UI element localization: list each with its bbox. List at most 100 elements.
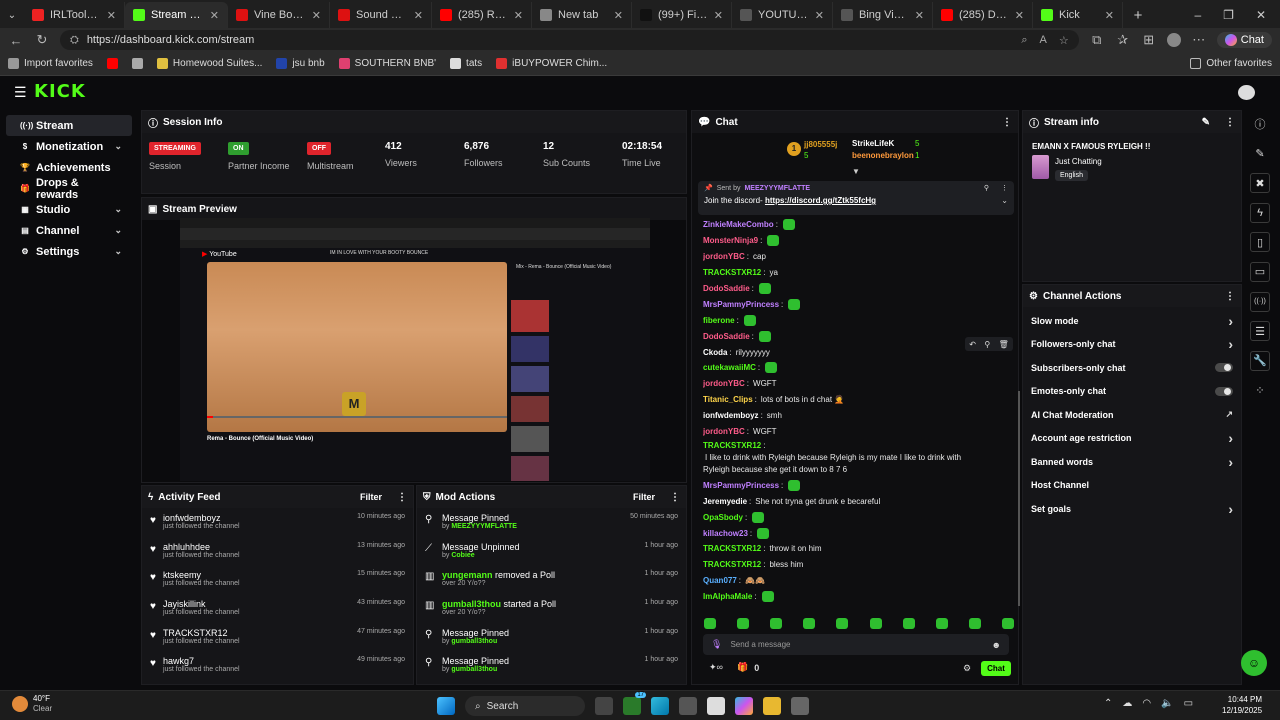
browser-tab[interactable]: (99+) Find 'RYLEIG ✕ bbox=[632, 2, 732, 28]
gift-icon[interactable]: 🎁 bbox=[737, 662, 748, 673]
leader-name-1[interactable]: jj805555j bbox=[804, 140, 837, 149]
category-name[interactable]: Just Chatting bbox=[1055, 157, 1102, 166]
browser-tab[interactable]: Vine Boom Sound ✕ bbox=[228, 2, 330, 28]
file-icon[interactable] bbox=[707, 697, 725, 715]
start-icon[interactable] bbox=[437, 697, 455, 715]
chat-username[interactable]: MrsPammyPrincess bbox=[703, 300, 779, 309]
filter-button[interactable]: Filter bbox=[360, 492, 382, 502]
sidebar-item-achievements[interactable]: 🏆 Achievements bbox=[6, 157, 132, 178]
copilot-chat-button[interactable]: Chat bbox=[1216, 32, 1272, 48]
chat-message[interactable]: TRACKSTXR12: bless him bbox=[703, 557, 1013, 573]
mod-target[interactable]: over 20 Y/o?? bbox=[442, 609, 485, 616]
tab-close-icon[interactable]: ✕ bbox=[210, 9, 219, 22]
chat-username[interactable]: MrsPammyPrincess bbox=[703, 481, 779, 490]
chat-message[interactable]: MrsPammyPrincess: bbox=[703, 477, 1013, 493]
favorites-icon[interactable]: ✰ bbox=[1115, 32, 1131, 48]
chat-message[interactable]: OpaSbody: bbox=[703, 509, 1013, 525]
channel-action-slow-mode[interactable]: Slow mode › bbox=[1023, 309, 1241, 333]
chat-username[interactable]: Titanic_Clips bbox=[703, 395, 753, 404]
battery-icon[interactable]: ▭ bbox=[1184, 698, 1193, 709]
mod-target[interactable]: over 20 Y/o?? bbox=[442, 580, 485, 587]
send-chat-button[interactable]: Chat bbox=[981, 661, 1011, 676]
browser-tab[interactable]: Sound Effects Sou ✕ bbox=[330, 2, 432, 28]
chat-message[interactable]: DodoSaddie: bbox=[703, 281, 1013, 297]
browser-tab[interactable]: (285) Rema - ✕ bbox=[432, 2, 532, 28]
channel-action-banned-words[interactable]: Banned words › bbox=[1023, 450, 1241, 474]
list-icon[interactable]: ☰ bbox=[1250, 321, 1270, 342]
lightning-icon[interactable]: ϟ bbox=[1250, 202, 1270, 223]
show-hidden-icons-icon[interactable]: ⌃ bbox=[1104, 698, 1112, 709]
chat-message[interactable]: Jeremyedie: She not tryna get drunk e bec… bbox=[703, 493, 1013, 509]
sidebar-item-drops-rewards[interactable]: 🎁 Drops & rewards bbox=[6, 177, 132, 201]
toggle-switch[interactable] bbox=[1215, 386, 1233, 396]
window-close-button[interactable]: ✕ bbox=[1256, 8, 1266, 22]
clock[interactable]: 10:44 PM 12/19/2025 bbox=[1222, 694, 1262, 716]
favorite-item[interactable]: tats bbox=[450, 58, 482, 69]
tab-close-icon[interactable]: ✕ bbox=[815, 9, 824, 22]
chat-username[interactable]: TRACKSTXR12 bbox=[703, 441, 761, 451]
browser-tab[interactable]: IRLToolkit • Dashbo ✕ bbox=[24, 2, 125, 28]
favorite-item[interactable]: iBUYPOWER Chim... bbox=[496, 58, 607, 69]
chat-icon[interactable]: ▭ bbox=[1250, 261, 1270, 282]
microphone-icon[interactable]: 🎙 bbox=[711, 639, 722, 650]
quick-emote-icon[interactable] bbox=[737, 618, 750, 629]
pinned-sender[interactable]: MEEZYYYMFLATTE bbox=[744, 185, 810, 192]
chat-message[interactable]: MonsterNinja9: bbox=[703, 233, 1013, 249]
more-options-icon[interactable]: ⋮ bbox=[397, 492, 407, 503]
activity-user[interactable]: TRACKSTXR12 bbox=[163, 628, 240, 638]
chat-username[interactable]: jordonYBC bbox=[703, 427, 745, 436]
more-options-icon[interactable]: ⋮ bbox=[670, 492, 680, 503]
browser-tab[interactable]: (285) Deep boom ✕ bbox=[933, 2, 1033, 28]
quick-emote-icon[interactable] bbox=[1001, 618, 1014, 629]
wrench-icon[interactable]: 🔧 bbox=[1250, 350, 1270, 371]
chat-message[interactable]: ZinkieMakeCombo: bbox=[703, 217, 1013, 233]
read-aloud-icon[interactable]: A bbox=[1040, 34, 1047, 47]
favorite-item[interactable]: SOUTHERN BNB' bbox=[338, 58, 436, 69]
browser-tab[interactable]: Bing Videos ✕ bbox=[833, 2, 933, 28]
more-options-icon[interactable]: ⋮ bbox=[1002, 117, 1012, 128]
browser-tab[interactable]: Stream - Kick Dash ✕ bbox=[125, 2, 228, 28]
sidebar-item-channel[interactable]: ▤ Channel ⌄ bbox=[6, 220, 132, 241]
leader-name-2[interactable]: StrikeLifeK bbox=[852, 139, 894, 148]
channel-action-subscribers-only-chat[interactable]: Subscribers-only chat bbox=[1023, 356, 1241, 380]
chat-message[interactable]: MrsPammyPrincess: bbox=[703, 296, 1013, 312]
chat-settings-icon[interactable]: ⚙ bbox=[963, 663, 971, 674]
activity-user[interactable]: ahhluhhdee bbox=[163, 542, 240, 552]
quick-emote-icon[interactable] bbox=[836, 618, 849, 629]
activity-user[interactable]: ionfwdemboyz bbox=[163, 513, 240, 523]
chat-username[interactable]: ImAlphaMale bbox=[703, 592, 752, 601]
chat-input[interactable]: 🎙 Send a message ☻ bbox=[703, 634, 1009, 655]
tab-close-icon[interactable]: ✕ bbox=[414, 9, 423, 22]
chat-username[interactable]: ZinkieMakeCombo bbox=[703, 220, 774, 229]
quick-emote-icon[interactable] bbox=[770, 618, 783, 629]
chat-username[interactable]: TRACKSTXR12 bbox=[703, 268, 761, 277]
other-favorites[interactable]: Other favorites bbox=[1190, 58, 1272, 69]
sidebar-item-stream[interactable]: ((·)) Stream bbox=[6, 115, 132, 136]
pin-icon[interactable]: ⚲ bbox=[984, 340, 990, 349]
minimize-button[interactable]: – bbox=[1194, 8, 1201, 22]
weather-widget[interactable]: 40°F Clear bbox=[12, 694, 52, 714]
onedrive-icon[interactable]: ☁ bbox=[1122, 698, 1132, 709]
dots-icon[interactable]: ⁘ bbox=[1250, 380, 1270, 400]
tab-close-icon[interactable]: ✕ bbox=[107, 9, 116, 22]
chat-message[interactable]: ionfwdemboyz: smh bbox=[703, 408, 1013, 424]
sidebar-item-studio[interactable]: ▦ Studio ⌄ bbox=[6, 199, 132, 220]
mod-actor[interactable]: gumball3thou bbox=[442, 599, 501, 609]
tab-close-icon[interactable]: ✕ bbox=[514, 9, 523, 22]
chat-message[interactable]: Quan077: 🙈🙈 bbox=[703, 573, 1013, 589]
chat-message[interactable]: killachow23: bbox=[703, 525, 1013, 541]
refresh-icon[interactable]: ↻ bbox=[34, 32, 50, 48]
quick-emote-icon[interactable] bbox=[902, 618, 915, 629]
xbox-icon[interactable]: 17 bbox=[623, 692, 646, 715]
taskbar-search[interactable]: ⌕ Search bbox=[465, 696, 585, 716]
tab-close-icon[interactable]: ✕ bbox=[915, 9, 924, 22]
tab-actions-button[interactable]: ⌄ bbox=[0, 2, 24, 28]
chat-username[interactable]: TRACKSTXR12 bbox=[703, 560, 761, 569]
volume-icon[interactable]: 🔈 bbox=[1161, 698, 1173, 709]
sidebar-item-monetization[interactable]: $ Monetization ⌄ bbox=[6, 136, 132, 157]
favorite-item[interactable]: jsu bnb bbox=[276, 58, 325, 69]
more-icon[interactable]: ⋯ bbox=[1191, 32, 1207, 48]
chat-message[interactable]: fiberone: bbox=[703, 312, 1013, 328]
chat-username[interactable]: cutekawaiiMC bbox=[703, 363, 756, 372]
reply-icon[interactable]: ↶ bbox=[969, 340, 976, 349]
